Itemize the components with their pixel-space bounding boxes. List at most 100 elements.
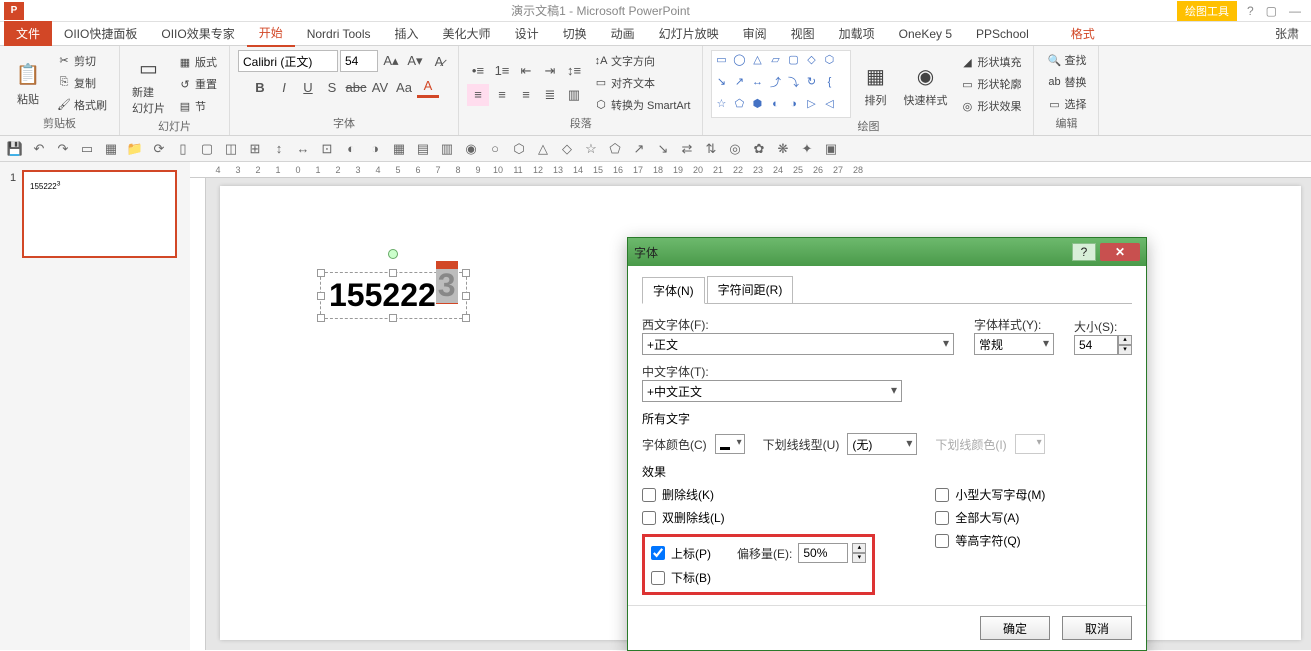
equal-height-checkbox[interactable]: 等高字符(Q): [935, 532, 1045, 549]
textbox-content[interactable]: 1552223: [329, 277, 458, 314]
align-right-icon[interactable]: ≡: [515, 84, 537, 106]
qat-icon-32[interactable]: ▣: [822, 140, 840, 158]
offset-spinner[interactable]: ▴▾: [852, 543, 866, 563]
qat-icon-6[interactable]: ▢: [198, 140, 216, 158]
find-button[interactable]: 🔍查找: [1042, 50, 1090, 70]
superscript-checkbox[interactable]: 上标(P) 偏移量(E): 50% ▴▾: [651, 543, 866, 563]
allcaps-checkbox[interactable]: 全部大写(A): [935, 509, 1045, 526]
qat-icon-26[interactable]: ⇄: [678, 140, 696, 158]
tab-beautify[interactable]: 美化大师: [431, 21, 503, 46]
char-spacing-button[interactable]: AV: [369, 76, 391, 98]
qat-icon-10[interactable]: ↔: [294, 140, 312, 158]
dialog-tab-spacing[interactable]: 字符间距(R): [707, 276, 794, 303]
resize-handle-br[interactable]: [462, 314, 470, 322]
qat-icon-29[interactable]: ✿: [750, 140, 768, 158]
bullets-icon[interactable]: •≡: [467, 60, 489, 82]
horizontal-ruler[interactable]: 4321012345678910111213141516171819202122…: [190, 162, 1311, 178]
shadow-button[interactable]: S: [321, 76, 343, 98]
paste-button[interactable]: 📋 粘贴: [8, 57, 48, 109]
section-button[interactable]: ▤节: [173, 96, 221, 116]
bold-button[interactable]: B: [249, 76, 271, 98]
qat-icon-17[interactable]: ◉: [462, 140, 480, 158]
font-size-field[interactable]: 54: [1074, 335, 1118, 355]
resize-handle-tm[interactable]: [389, 269, 397, 277]
qat-icon-14[interactable]: ▦: [390, 140, 408, 158]
new-slide-button[interactable]: ▭ 新建 幻灯片: [128, 50, 169, 118]
qat-icon-8[interactable]: ⊞: [246, 140, 264, 158]
qat-icon-11[interactable]: ⊡: [318, 140, 336, 158]
resize-handle-ml[interactable]: [317, 292, 325, 300]
qat-icon-23[interactable]: ⬠: [606, 140, 624, 158]
subscript-checkbox[interactable]: 下标(B): [651, 569, 866, 586]
align-left-icon[interactable]: ≡: [467, 84, 489, 106]
font-size-combo[interactable]: [340, 50, 378, 72]
help-icon[interactable]: ?: [1247, 4, 1254, 18]
tab-ppschool[interactable]: PPSchool: [964, 23, 1041, 45]
vertical-ruler[interactable]: [190, 178, 206, 650]
qat-icon-13[interactable]: ◑: [366, 140, 384, 158]
dialog-tab-font[interactable]: 字体(N): [642, 277, 705, 304]
qat-icon-3[interactable]: 📁: [126, 140, 144, 158]
columns-icon[interactable]: ▥: [563, 84, 585, 106]
tab-design[interactable]: 设计: [503, 21, 551, 46]
qat-icon-20[interactable]: △: [534, 140, 552, 158]
slide-thumbnail-1[interactable]: 1 1552223: [22, 170, 177, 258]
tab-review[interactable]: 审阅: [731, 21, 779, 46]
qat-icon-19[interactable]: ⬡: [510, 140, 528, 158]
strike-button[interactable]: abc: [345, 76, 367, 98]
smartart-button[interactable]: ⬡转换为 SmartArt: [589, 95, 694, 115]
qat-icon-15[interactable]: ▤: [414, 140, 432, 158]
font-size-spinner[interactable]: ▴▾: [1118, 335, 1132, 355]
qat-icon-22[interactable]: ☆: [582, 140, 600, 158]
west-font-combo[interactable]: +正文: [642, 333, 954, 355]
qat-icon-16[interactable]: ▥: [438, 140, 456, 158]
align-center-icon[interactable]: ≡: [491, 84, 513, 106]
format-painter-button[interactable]: 🖌格式刷: [52, 95, 111, 115]
textbox[interactable]: 1552223: [320, 272, 467, 319]
qat-icon-24[interactable]: ↗: [630, 140, 648, 158]
tab-format[interactable]: 格式: [1059, 21, 1107, 46]
increase-font-icon[interactable]: A▴: [380, 50, 402, 72]
shape-effects-button[interactable]: ◎形状效果: [955, 96, 1025, 116]
tab-addins[interactable]: 加载项: [827, 21, 887, 46]
qat-icon-31[interactable]: ✦: [798, 140, 816, 158]
qat-icon-2[interactable]: ▦: [102, 140, 120, 158]
font-color-picker[interactable]: [715, 434, 745, 454]
qat-icon-7[interactable]: ◫: [222, 140, 240, 158]
tab-anim[interactable]: 动画: [599, 21, 647, 46]
shape-fill-button[interactable]: ◢形状填充: [955, 52, 1025, 72]
qat-icon-12[interactable]: ◐: [342, 140, 360, 158]
offset-field[interactable]: 50%: [798, 543, 848, 563]
redo-icon[interactable]: ↷: [54, 140, 72, 158]
resize-handle-tl[interactable]: [317, 269, 325, 277]
save-icon[interactable]: 💾: [6, 140, 24, 158]
shape-outline-button[interactable]: ▭形状轮廓: [955, 74, 1025, 94]
font-style-combo[interactable]: 常规: [974, 333, 1054, 355]
numbering-icon[interactable]: 1≡: [491, 60, 513, 82]
qat-icon-25[interactable]: ↘: [654, 140, 672, 158]
qat-icon-21[interactable]: ◇: [558, 140, 576, 158]
decrease-font-icon[interactable]: A▾: [404, 50, 426, 72]
resize-handle-tr[interactable]: [462, 269, 470, 277]
clear-format-icon[interactable]: A̷: [428, 50, 450, 72]
italic-button[interactable]: I: [273, 76, 295, 98]
align-text-button[interactable]: ▭对齐文本: [589, 73, 694, 93]
thumbnail-pane[interactable]: 1 1552223: [0, 162, 190, 650]
dialog-close-icon[interactable]: ✕: [1100, 243, 1140, 261]
undo-icon[interactable]: ↶: [30, 140, 48, 158]
qat-icon-28[interactable]: ◎: [726, 140, 744, 158]
tab-insert[interactable]: 插入: [383, 21, 431, 46]
qat-icon-18[interactable]: ○: [486, 140, 504, 158]
qat-icon-1[interactable]: ▭: [78, 140, 96, 158]
underline-type-combo[interactable]: (无): [847, 433, 917, 455]
shapes-gallery[interactable]: ▭◯△▱▢◇⬡ ↘↗↔⤴⤵↻{ ☆⬠⬢◐◑▷◁: [711, 50, 851, 118]
resize-handle-bm[interactable]: [389, 314, 397, 322]
rotate-handle[interactable]: [388, 249, 398, 259]
dialog-help-icon[interactable]: ?: [1072, 243, 1096, 261]
cancel-button[interactable]: 取消: [1062, 616, 1132, 640]
ribbon-collapse-icon[interactable]: ▢: [1266, 4, 1277, 18]
cn-font-combo[interactable]: +中文正文: [642, 380, 902, 402]
underline-button[interactable]: U: [297, 76, 319, 98]
justify-icon[interactable]: ≣: [539, 84, 561, 106]
select-button[interactable]: ▭选择: [1042, 94, 1090, 114]
